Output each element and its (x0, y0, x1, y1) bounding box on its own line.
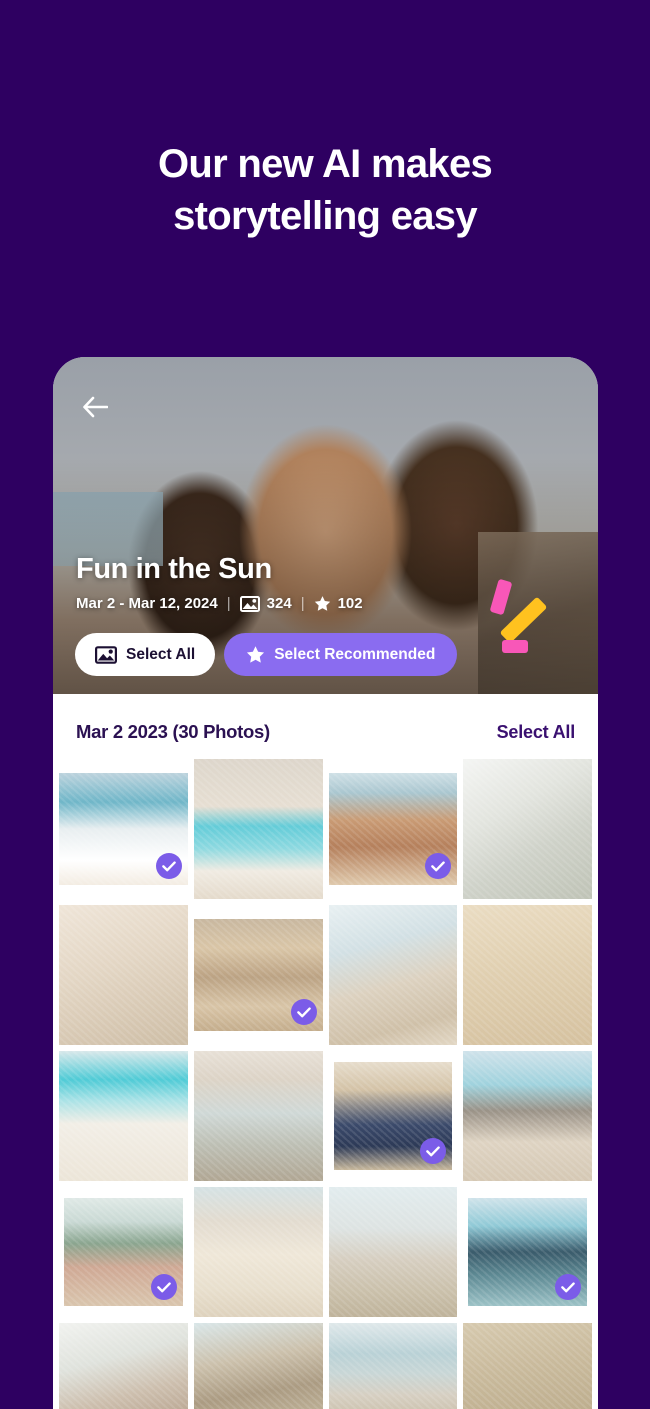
section-select-all-link[interactable]: Select All (497, 722, 576, 743)
photo-thumbnail[interactable] (64, 1198, 183, 1306)
photo-cell[interactable] (329, 1051, 458, 1181)
photo-texture-overlay (328, 1323, 458, 1409)
photo-cell[interactable] (328, 759, 458, 899)
photo-cell[interactable] (193, 1051, 323, 1181)
back-button[interactable] (75, 387, 115, 427)
photo-thumbnail[interactable] (193, 1051, 323, 1181)
photo-cell[interactable] (59, 1187, 188, 1317)
photo-thumbnail[interactable] (328, 905, 458, 1045)
photo-thumbnail[interactable] (463, 1051, 592, 1181)
album-date-range: Mar 2 - Mar 12, 2024 (76, 595, 218, 612)
photo-icon (239, 595, 260, 612)
select-all-button-label: Select All (126, 645, 196, 663)
photo-texture-overlay (463, 1051, 592, 1181)
confetti-stick-pink-1 (489, 578, 513, 616)
photo-texture-overlay (193, 1051, 323, 1181)
star-icon (247, 646, 265, 663)
select-recommended-button[interactable]: Select Recommended (224, 633, 458, 676)
photo-thumbnail[interactable] (193, 1323, 323, 1409)
photo-texture-overlay (193, 759, 323, 899)
photo-cell[interactable] (59, 1051, 188, 1181)
photo-thumbnail[interactable] (463, 759, 592, 899)
photo-thumbnail[interactable] (59, 1051, 188, 1181)
photo-cell[interactable] (463, 1187, 592, 1317)
photo-cell[interactable] (463, 1323, 592, 1409)
photo-thumbnail[interactable] (463, 1323, 592, 1409)
phone-mockup: Fun in the Sun Mar 2 - Mar 12, 2024 | 32… (53, 357, 598, 1409)
photo-selected-badge[interactable] (420, 1138, 447, 1164)
photo-thumbnail[interactable] (193, 759, 323, 899)
photo-cell[interactable] (193, 759, 323, 899)
select-all-button[interactable]: Select All (75, 633, 216, 676)
check-icon (561, 1281, 575, 1292)
photo-texture-overlay (328, 905, 458, 1045)
photo-thumbnail[interactable] (463, 905, 592, 1045)
confetti-decoration (480, 578, 550, 658)
photo-cell[interactable] (328, 1323, 458, 1409)
photo-thumbnail[interactable] (193, 919, 323, 1031)
photo-count-item: 324 (239, 595, 292, 612)
photo-thumbnail[interactable] (328, 1187, 458, 1317)
photo-selected-badge[interactable] (150, 1274, 177, 1300)
photo-thumbnail[interactable] (59, 905, 188, 1045)
photo-cell[interactable] (193, 905, 323, 1045)
photo-cell[interactable] (463, 1051, 592, 1181)
photo-texture-overlay (193, 1323, 323, 1409)
check-icon (426, 1145, 440, 1156)
meta-divider-1: | (226, 595, 231, 612)
photo-thumbnail[interactable] (333, 1062, 453, 1170)
photo-thumbnail[interactable] (59, 1323, 188, 1409)
check-icon (156, 1281, 171, 1292)
photo-grid (53, 759, 598, 1409)
photo-texture-overlay (328, 1187, 458, 1317)
photo-texture-overlay (463, 759, 592, 899)
confetti-stick-yellow (499, 596, 548, 644)
headline-line-2: storytelling easy (173, 194, 477, 238)
photo-section-header: Mar 2 2023 (30 Photos) Select All (53, 694, 598, 759)
photo-thumbnail[interactable] (59, 773, 188, 885)
photo-thumbnail[interactable] (328, 773, 458, 885)
star-count-item: 102 (314, 595, 363, 612)
check-icon (161, 860, 176, 871)
hero-actions: Select All Select Recommended (75, 633, 458, 676)
photo-cell[interactable] (193, 1323, 323, 1409)
star-icon (314, 596, 330, 611)
photo-cell[interactable] (193, 1187, 323, 1317)
photo-cell[interactable] (328, 905, 458, 1045)
photo-texture-overlay (193, 1187, 323, 1317)
meta-divider-2: | (300, 595, 305, 612)
photo-cell[interactable] (59, 759, 188, 899)
photo-thumbnail[interactable] (328, 1323, 458, 1409)
album-hero: Fun in the Sun Mar 2 - Mar 12, 2024 | 32… (53, 357, 598, 694)
photo-texture-overlay (59, 1051, 188, 1181)
select-recommended-button-label: Select Recommended (274, 645, 436, 663)
photo-texture-overlay (59, 1323, 188, 1409)
photo-selected-badge[interactable] (554, 1274, 581, 1300)
photo-thumbnail[interactable] (193, 1187, 323, 1317)
photo-cell[interactable] (59, 905, 188, 1045)
photo-thumbnail[interactable] (468, 1198, 587, 1306)
photo-cell[interactable] (463, 759, 592, 899)
check-icon (296, 1006, 311, 1017)
confetti-stick-pink-2 (502, 640, 528, 653)
photo-texture-overlay (59, 905, 188, 1045)
headline-line-1: Our new AI makes (157, 142, 493, 186)
photo-cell[interactable] (59, 1323, 188, 1409)
photo-cell[interactable] (463, 905, 592, 1045)
photo-selected-badge[interactable] (290, 999, 317, 1025)
photo-section-title: Mar 2 2023 (30 Photos) (76, 721, 270, 742)
star-count: 102 (337, 595, 363, 612)
photo-count: 324 (266, 595, 292, 612)
photo-selected-badge[interactable] (155, 853, 182, 879)
photo-texture-overlay (463, 905, 592, 1045)
photo-cell[interactable] (328, 1187, 458, 1317)
photo-icon (95, 645, 117, 664)
arrow-left-icon (83, 396, 108, 418)
photo-texture-overlay (463, 1323, 592, 1409)
page-headline: Our new AI makes storytelling easy (0, 138, 650, 242)
check-icon (431, 860, 446, 871)
